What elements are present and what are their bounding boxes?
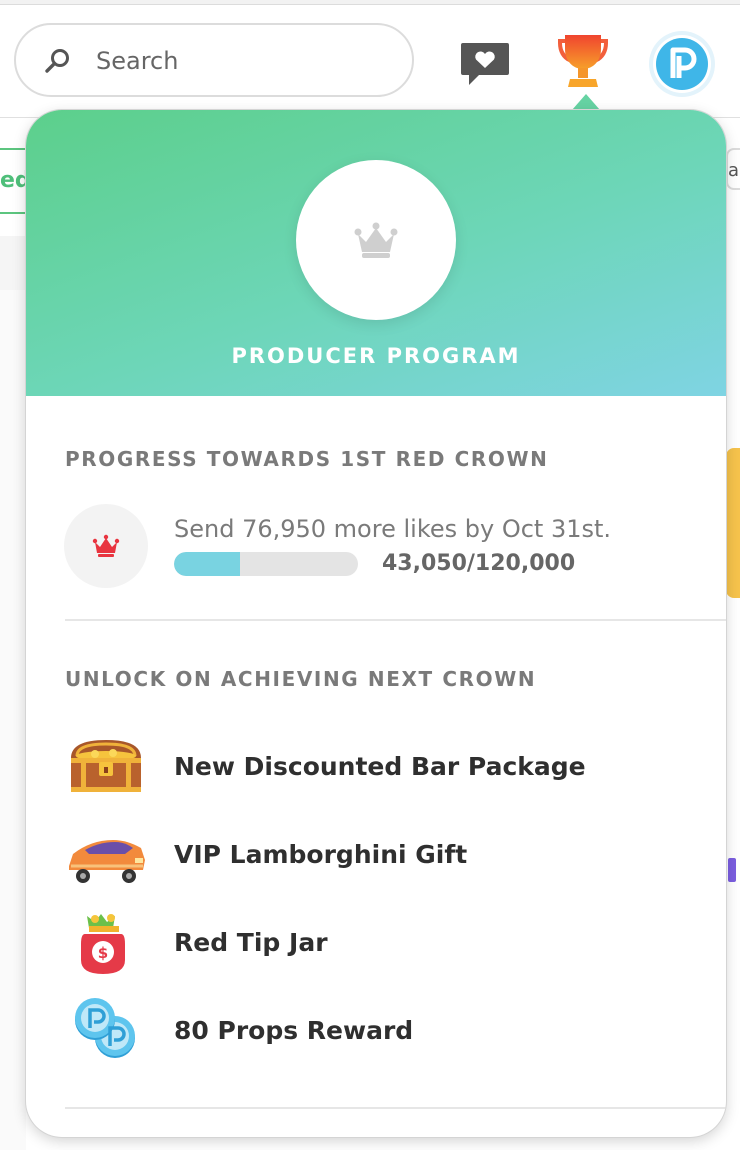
- background-tab-right-label: ai: [728, 160, 740, 181]
- background-panel: [0, 290, 26, 1150]
- background-tab-left-label: ed: [0, 168, 26, 193]
- sports-car-icon: [69, 840, 145, 883]
- message-heart-icon[interactable]: [460, 37, 510, 87]
- background-mark: [728, 858, 736, 882]
- props-coins-icon: [75, 998, 135, 1058]
- reward-label: VIP Lamborghini Gift: [174, 840, 468, 869]
- reward-label: New Discounted Bar Package: [174, 752, 586, 781]
- background-thumbnail: [726, 448, 740, 598]
- reward-item-bar-package[interactable]: New Discounted Bar Package: [65, 732, 705, 802]
- reward-label: 80 Props Reward: [174, 1016, 414, 1045]
- reward-item-lamborghini[interactable]: VIP Lamborghini Gift: [65, 820, 705, 890]
- search-input[interactable]: [94, 39, 398, 83]
- crown-badge: [296, 160, 456, 320]
- trophy-icon[interactable]: [550, 31, 616, 97]
- section-divider: [65, 619, 726, 621]
- background-strip: [0, 236, 26, 290]
- popover-header: PRODUCER PROGRAM: [26, 110, 726, 396]
- progress-count: 43,050/120,000: [382, 551, 576, 576]
- crown-icon: [354, 222, 398, 258]
- treasure-chest-icon: [71, 740, 141, 792]
- search-icon: [45, 49, 69, 73]
- unlock-heading: UNLOCK ON ACHIEVING NEXT CROWN: [65, 667, 537, 691]
- top-navigation-bar: [0, 5, 740, 117]
- producer-program-popover: PRODUCER PROGRAM PROGRESS TOWARDS 1ST RE…: [26, 110, 726, 1137]
- popover-caret: [572, 94, 600, 110]
- svg-text:$: $: [98, 944, 108, 962]
- progress-bar-fill: [174, 552, 241, 576]
- reward-label: Red Tip Jar: [174, 928, 328, 957]
- tip-jar-icon: $: [81, 914, 125, 974]
- reward-item-tip-jar[interactable]: $ Red Tip Jar: [65, 908, 705, 978]
- red-crown-avatar: [64, 504, 148, 588]
- progress-heading: PROGRESS TOWARDS 1ST RED CROWN: [65, 447, 549, 471]
- props-avatar-icon[interactable]: [648, 30, 716, 98]
- progress-bar: [174, 552, 358, 576]
- reward-item-props[interactable]: 80 Props Reward: [65, 996, 705, 1066]
- red-crown-icon: [92, 534, 120, 557]
- section-divider: [65, 1107, 726, 1109]
- program-title: PRODUCER PROGRAM: [231, 344, 521, 368]
- progress-message: Send 76,950 more likes by Oct 31st.: [174, 515, 612, 543]
- search-box[interactable]: [14, 23, 414, 97]
